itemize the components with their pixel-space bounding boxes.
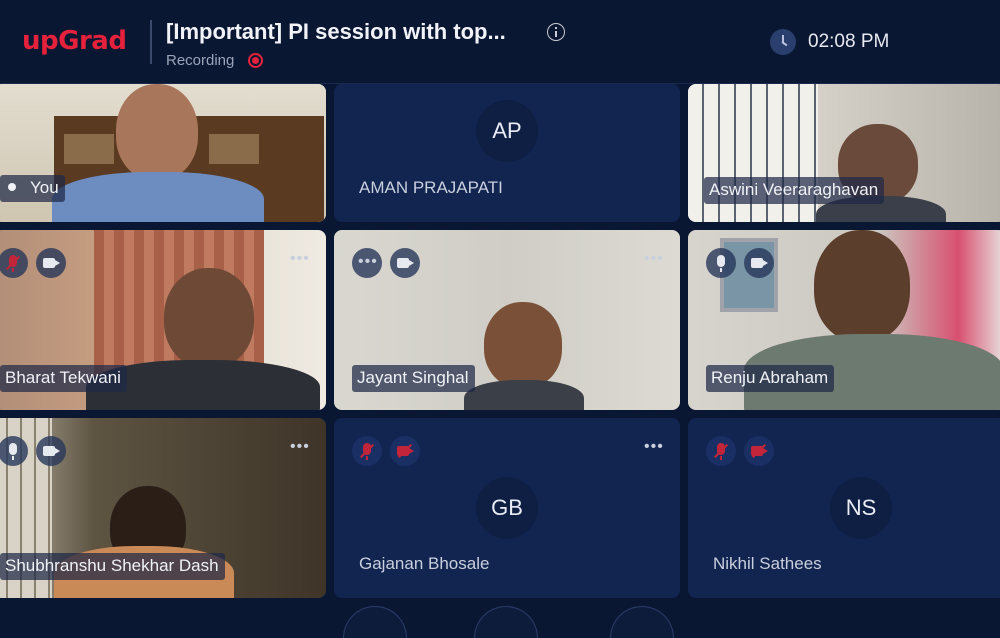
participant-name: Renju Abraham xyxy=(706,365,835,392)
top-bar: upGrad [Important] PI session with top..… xyxy=(0,0,1000,84)
participant-name: Nikhil Sathees xyxy=(713,554,822,573)
participant-tile-aman[interactable]: AP AMAN PRAJAPATI xyxy=(334,84,680,222)
bottom-control-bar xyxy=(0,598,1000,638)
participant-name: Bharat Tekwani xyxy=(0,365,127,392)
participant-tile-bharat[interactable]: ••• Bharat Tekwani xyxy=(0,230,326,410)
camera-icon xyxy=(390,248,420,278)
meeting-title: [Important] PI session with top... xyxy=(166,19,506,44)
participant-tile-renju[interactable]: Renju Abraham xyxy=(688,230,1000,410)
meeting-time: 02:08 PM xyxy=(808,31,890,52)
avatar: AP xyxy=(476,100,538,162)
camera-icon xyxy=(744,248,774,278)
camera-off-icon xyxy=(390,436,420,466)
participant-tile-shubhranshu[interactable]: ••• Shubhranshu Shekhar Dash xyxy=(0,418,326,598)
screen-share-button[interactable] xyxy=(610,606,674,638)
participant-tile-gajanan[interactable]: ••• GB Gajanan Bhosale xyxy=(334,418,680,598)
camera-toggle-button[interactable] xyxy=(474,606,538,638)
participant-tile-aswini[interactable]: Aswini Veeraraghavan xyxy=(688,84,1000,222)
participant-tile-you[interactable]: You xyxy=(0,84,326,222)
camera-icon xyxy=(36,436,66,466)
mic-toggle-button[interactable] xyxy=(343,606,407,638)
speaker-icon xyxy=(8,181,21,194)
recording-label: Recording xyxy=(166,52,235,69)
avatar: NS xyxy=(830,477,892,539)
info-icon[interactable] xyxy=(547,23,565,41)
clock-icon xyxy=(770,29,796,55)
more-options-icon[interactable]: ••• xyxy=(644,438,664,456)
camera-icon xyxy=(36,248,66,278)
more-options-icon[interactable]: ••• xyxy=(644,250,664,268)
participant-name: AMAN PRAJAPATI xyxy=(359,178,503,197)
upgrad-logo: upGrad xyxy=(22,26,127,56)
participant-name: Aswini Veeraraghavan xyxy=(704,177,885,204)
camera-off-icon xyxy=(744,436,774,466)
participant-name: Shubhranshu Shekhar Dash xyxy=(0,553,225,580)
participant-name: Gajanan Bhosale xyxy=(359,554,490,573)
more-options-icon[interactable]: ••• xyxy=(290,438,310,456)
participant-tile-nikhil[interactable]: NS Nikhil Sathees xyxy=(688,418,1000,598)
more-options-button[interactable]: ••• xyxy=(352,248,382,278)
mic-off-icon xyxy=(706,436,736,466)
avatar: GB xyxy=(476,477,538,539)
mic-icon xyxy=(706,248,736,278)
participant-name: Jayant Singhal xyxy=(352,365,475,392)
participant-tile-jayant[interactable]: ••• ••• Jayant Singhal xyxy=(334,230,680,410)
recording-indicator-icon xyxy=(248,53,263,68)
mic-off-icon xyxy=(352,436,382,466)
more-options-icon[interactable]: ••• xyxy=(290,250,310,268)
header-divider xyxy=(150,20,152,64)
